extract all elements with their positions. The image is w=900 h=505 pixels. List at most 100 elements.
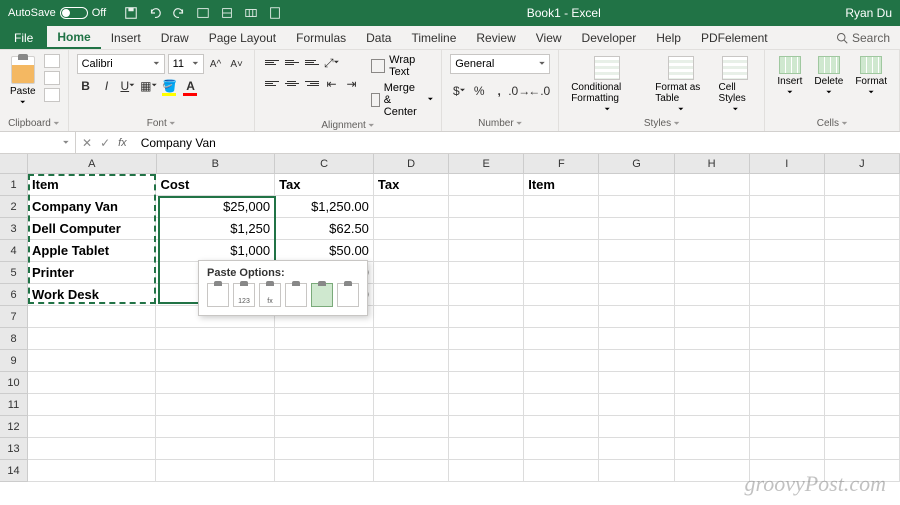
cell-I12[interactable] xyxy=(750,416,825,438)
cell-J9[interactable] xyxy=(825,350,900,372)
row-header-7[interactable]: 7 xyxy=(0,306,28,328)
col-header-C[interactable]: C xyxy=(275,154,374,174)
decrease-font-icon[interactable]: A˅ xyxy=(228,55,246,73)
cell-G13[interactable] xyxy=(599,438,674,460)
row-header-14[interactable]: 14 xyxy=(0,460,28,482)
row-header-8[interactable]: 8 xyxy=(0,328,28,350)
cell-H1[interactable] xyxy=(675,174,750,196)
fx-icon[interactable]: fx xyxy=(118,137,127,149)
cell-I1[interactable] xyxy=(750,174,825,196)
paste-option-1[interactable] xyxy=(207,283,229,307)
cell-J7[interactable] xyxy=(825,306,900,328)
row-header-9[interactable]: 9 xyxy=(0,350,28,372)
row-header-10[interactable]: 10 xyxy=(0,372,28,394)
cell-B14[interactable] xyxy=(156,460,275,482)
cell-G12[interactable] xyxy=(599,416,674,438)
paste-button[interactable]: Paste ⏷ xyxy=(8,54,38,109)
cell-G7[interactable] xyxy=(599,306,674,328)
qat-icon-6[interactable] xyxy=(244,6,258,20)
cell-D11[interactable] xyxy=(374,394,449,416)
cell-C4[interactable]: $50.00 xyxy=(275,240,374,262)
cell-E8[interactable] xyxy=(449,328,524,350)
underline-button[interactable]: U⏷ xyxy=(119,77,137,95)
increase-decimal-icon[interactable]: .0→ xyxy=(510,82,528,100)
cell-B9[interactable] xyxy=(156,350,275,372)
tab-review[interactable]: Review xyxy=(466,26,525,49)
increase-font-icon[interactable]: A^ xyxy=(207,55,225,73)
cell-I11[interactable] xyxy=(750,394,825,416)
number-format-dropdown[interactable]: General xyxy=(450,54,550,74)
cell-J12[interactable] xyxy=(825,416,900,438)
row-header-1[interactable]: 1 xyxy=(0,174,28,196)
cell-G11[interactable] xyxy=(599,394,674,416)
cell-D3[interactable] xyxy=(374,218,449,240)
cell-D9[interactable] xyxy=(374,350,449,372)
align-center-icon[interactable] xyxy=(283,75,301,91)
cell-A11[interactable] xyxy=(28,394,156,416)
cell-I3[interactable] xyxy=(750,218,825,240)
cell-B2[interactable]: $25,000 xyxy=(156,196,275,218)
cell-J11[interactable] xyxy=(825,394,900,416)
copy-icon[interactable] xyxy=(44,71,60,85)
cell-B10[interactable] xyxy=(156,372,275,394)
tab-help[interactable]: Help xyxy=(646,26,691,49)
name-box[interactable] xyxy=(0,132,76,153)
cell-J4[interactable] xyxy=(825,240,900,262)
cell-E12[interactable] xyxy=(449,416,524,438)
cell-B4[interactable]: $1,000 xyxy=(156,240,275,262)
row-header-5[interactable]: 5 xyxy=(0,262,28,284)
accept-formula-icon[interactable]: ✓ xyxy=(100,136,110,150)
cell-G3[interactable] xyxy=(599,218,674,240)
cell-F5[interactable] xyxy=(524,262,599,284)
fill-color-button[interactable]: 🪣 xyxy=(161,77,179,95)
cell-D5[interactable] xyxy=(374,262,449,284)
cell-I7[interactable] xyxy=(750,306,825,328)
row-header-6[interactable]: 6 xyxy=(0,284,28,306)
save-icon[interactable] xyxy=(124,6,138,20)
format-as-table-button[interactable]: Format as Table⏷ xyxy=(651,54,710,116)
col-header-F[interactable]: F xyxy=(524,154,599,174)
cell-A10[interactable] xyxy=(28,372,156,394)
cell-E3[interactable] xyxy=(449,218,524,240)
redo-icon[interactable] xyxy=(172,6,186,20)
cell-I5[interactable] xyxy=(750,262,825,284)
cell-F11[interactable] xyxy=(524,394,599,416)
cell-G8[interactable] xyxy=(599,328,674,350)
cell-A7[interactable] xyxy=(28,306,156,328)
row-header-3[interactable]: 3 xyxy=(0,218,28,240)
delete-cells-button[interactable]: Delete⏷ xyxy=(810,54,847,99)
row-header-11[interactable]: 11 xyxy=(0,394,28,416)
cell-H3[interactable] xyxy=(675,218,750,240)
tab-pdfelement[interactable]: PDFelement xyxy=(691,26,778,49)
align-top-icon[interactable] xyxy=(263,54,281,70)
cell-E5[interactable] xyxy=(449,262,524,284)
cell-B12[interactable] xyxy=(156,416,275,438)
search-box[interactable]: Search xyxy=(826,31,900,45)
col-header-J[interactable]: J xyxy=(825,154,900,174)
cell-H12[interactable] xyxy=(675,416,750,438)
cell-B11[interactable] xyxy=(156,394,275,416)
tab-draw[interactable]: Draw xyxy=(151,26,199,49)
cell-I4[interactable] xyxy=(750,240,825,262)
paste-option-6[interactable] xyxy=(337,283,359,307)
cell-H2[interactable] xyxy=(675,196,750,218)
cell-F3[interactable] xyxy=(524,218,599,240)
qat-icon-4[interactable] xyxy=(196,6,210,20)
conditional-formatting-button[interactable]: Conditional Formatting⏷ xyxy=(567,54,647,116)
align-bottom-icon[interactable] xyxy=(303,54,321,70)
cell-A6[interactable]: Work Desk xyxy=(28,284,156,306)
cell-A8[interactable] xyxy=(28,328,156,350)
col-header-H[interactable]: H xyxy=(675,154,750,174)
col-header-I[interactable]: I xyxy=(750,154,825,174)
font-color-button[interactable]: A xyxy=(182,77,200,95)
cell-B13[interactable] xyxy=(156,438,275,460)
user-name[interactable]: Ryan Du xyxy=(845,6,892,20)
border-button[interactable]: ▦⏷ xyxy=(140,77,158,95)
paste-option-5[interactable] xyxy=(311,283,333,307)
cut-icon[interactable] xyxy=(44,54,60,68)
cell-J1[interactable] xyxy=(825,174,900,196)
cell-C3[interactable]: $62.50 xyxy=(275,218,374,240)
formula-bar[interactable]: Company Van xyxy=(133,136,900,150)
orientation-icon[interactable]: ⤢⏷ xyxy=(323,54,341,72)
cell-H14[interactable] xyxy=(675,460,750,482)
